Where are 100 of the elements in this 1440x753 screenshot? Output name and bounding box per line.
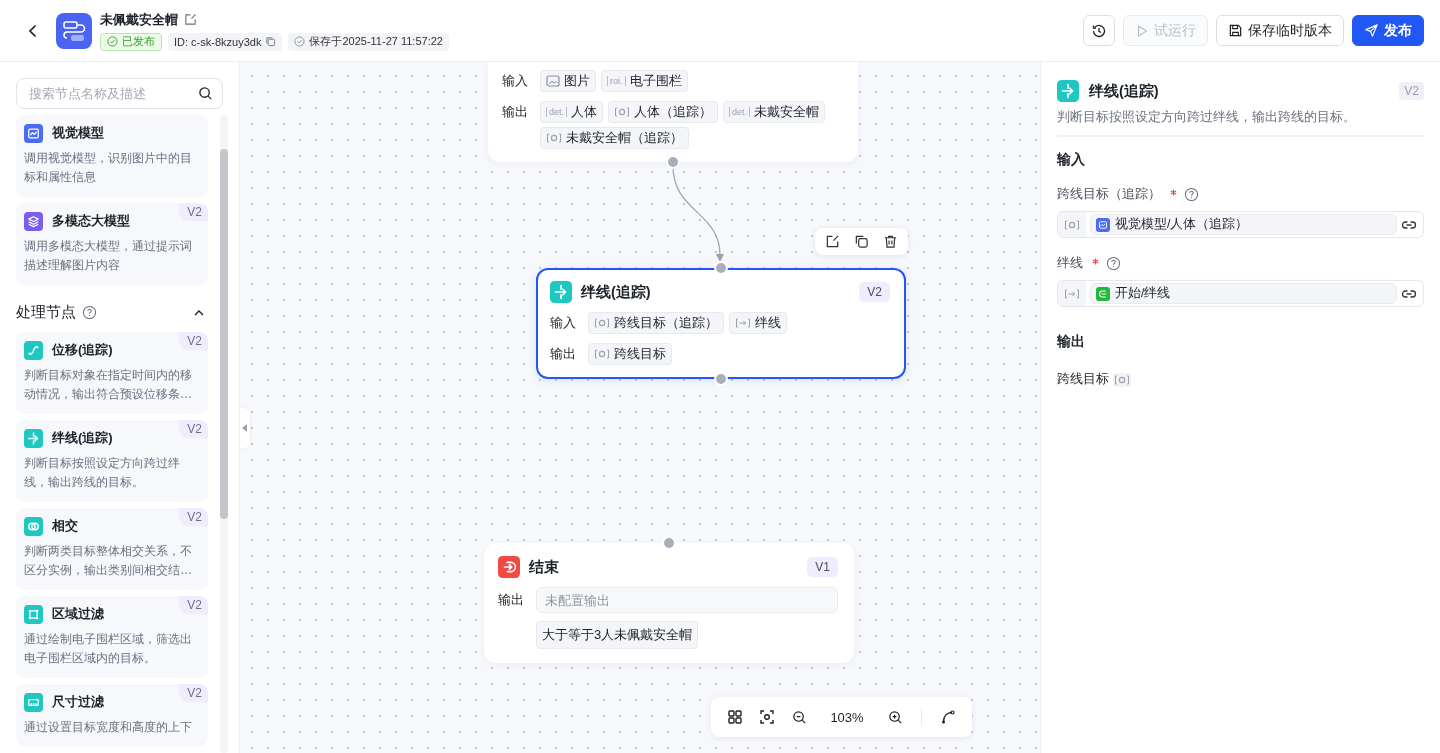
- end-node[interactable]: 结束 V1 输出 未配置输出 大于等于3人未佩戴安全帽: [484, 543, 854, 663]
- image-icon: [546, 75, 560, 87]
- delete-icon[interactable]: [883, 234, 898, 249]
- scrollbar[interactable]: [220, 115, 228, 753]
- search-field[interactable]: 搜索节点名称及描述: [16, 78, 223, 109]
- output-name: 跨线目标: [1057, 371, 1109, 388]
- port-handle[interactable]: [666, 155, 680, 169]
- version-badge: V2: [859, 282, 890, 302]
- value-label: 开始/绊线: [1115, 285, 1171, 302]
- node-description: 调用多模态大模型，通过提示词描述理解图片内容: [24, 238, 193, 274]
- node-description: 调用视觉模型，识别图片中的目标和属性信息: [24, 150, 193, 186]
- row-label: 输出: [502, 103, 529, 121]
- type-tag: det.: [729, 107, 751, 117]
- row-label: 输入: [502, 72, 529, 90]
- section-heading: 输入: [1057, 151, 1086, 169]
- square-nodes-icon: [24, 604, 43, 624]
- workflow-title: 未佩戴安全帽: [100, 10, 178, 29]
- help-icon[interactable]: [1184, 187, 1199, 202]
- node-description: 判断两类目标整体相交关系，不区分实例，输出类别间相交结…: [24, 543, 193, 579]
- version-badge: V1: [807, 557, 838, 577]
- version-badge: V2: [179, 596, 208, 614]
- panel-title: 绊线(追踪): [1089, 81, 1159, 101]
- value-label: 视觉模型/人体（追踪）: [1115, 216, 1249, 233]
- target-icon: [614, 106, 630, 118]
- row-label: 输出: [550, 345, 577, 363]
- port-handle[interactable]: [714, 372, 728, 386]
- save-button[interactable]: 保存临时版本: [1216, 15, 1344, 46]
- node-card[interactable]: V2 相交 判断两类目标整体相交关系，不区分实例，输出类别间相交结…: [16, 508, 208, 590]
- source-node[interactable]: 输入 图片 roi. 电子围栏 输出 det. 人体 人体（追踪） det. 未戴安全帽 未戴安全帽（追踪）: [488, 62, 858, 162]
- squiggle-icon: [24, 340, 43, 360]
- node-title: 相交: [52, 517, 78, 535]
- check-circle-icon: [107, 36, 118, 47]
- bracket-icon: [1096, 286, 1110, 301]
- port-label: 人体: [571, 103, 597, 121]
- help-icon[interactable]: [82, 305, 97, 320]
- line-arrow-icon: [735, 317, 751, 329]
- line-arrow-icon: [1064, 287, 1080, 300]
- port-label: 人体（追踪）: [634, 103, 712, 121]
- reference-field[interactable]: 视觉模型/人体（追踪）: [1057, 211, 1424, 238]
- version-badge: V2: [179, 420, 208, 438]
- type-tag: det.: [546, 107, 567, 117]
- saved-time: 保存于2025-11-27 11:57:22: [309, 34, 443, 49]
- port-handle[interactable]: [662, 536, 676, 550]
- node-title: 区域过滤: [52, 605, 104, 623]
- type-tag: roi.: [607, 76, 626, 86]
- save-icon: [1228, 23, 1243, 38]
- target-icon: [546, 132, 562, 144]
- port-label: 未戴安全帽（追踪）: [566, 129, 683, 147]
- node-description: 判断目标对象在指定时间内的移动情况，输出符合预设位移条…: [24, 367, 193, 403]
- node-title: 位移(追踪): [52, 341, 113, 359]
- section-heading: 输出: [1057, 333, 1086, 351]
- node-card[interactable]: V2 区域过滤 通过绘制电子围栏区域，筛选出电子围栏区域内的目标。: [16, 596, 208, 678]
- node-description: 判断目标按照设定方向跨过绊线，输出跨线的目标。: [24, 455, 181, 491]
- target-icon: [594, 348, 610, 360]
- value-chip: 大于等于3人未佩戴安全帽: [536, 621, 699, 649]
- app-icon: [56, 12, 92, 49]
- copy-icon[interactable]: [854, 234, 869, 249]
- tripwire-node[interactable]: 绊线(追踪) V2 输入 跨线目标（追踪） 绊线 输出 跨线目标: [536, 268, 906, 379]
- node-card[interactable]: 视觉模型 调用视觉模型，识别图片中的目标和属性信息: [16, 115, 208, 197]
- edit-icon[interactable]: [825, 234, 840, 249]
- panel-description: 判断目标按照设定方向跨过绊线，输出跨线的目标。: [1057, 109, 1424, 137]
- version-badge: V2: [179, 684, 208, 702]
- node-title: 结束: [529, 557, 559, 577]
- node-card[interactable]: V2 位移(追踪) 判断目标对象在指定时间内的移动情况，输出符合预设位移条…: [16, 332, 208, 414]
- version-badge: V2: [179, 508, 208, 526]
- rings-icon: [24, 516, 43, 536]
- help-icon[interactable]: [1106, 256, 1121, 271]
- row-label: 输出: [498, 591, 525, 609]
- node-card[interactable]: V2 多模态大模型 调用多模态大模型，通过提示词描述理解图片内容: [16, 203, 208, 285]
- section-title: 处理节点: [16, 303, 76, 322]
- node-title: 绊线(追踪): [52, 429, 113, 447]
- ruler-icon: [24, 692, 43, 712]
- port-label: 未戴安全帽: [754, 103, 820, 121]
- history-button[interactable]: [1083, 15, 1115, 46]
- output-field[interactable]: 未配置输出: [536, 587, 838, 613]
- target-icon: [1114, 373, 1130, 386]
- history-icon: [1091, 22, 1107, 39]
- field-label: 绊线: [1057, 255, 1083, 272]
- layers-icon: [24, 211, 43, 231]
- port-label: 跨线目标: [614, 345, 666, 363]
- exit-icon: [498, 556, 520, 578]
- play-icon: [1135, 23, 1149, 38]
- port-label: 跨线目标（追踪）: [614, 314, 718, 332]
- id-label: ID: c-sk-8kzuy3dk: [174, 35, 262, 48]
- status-label: 已发布: [122, 34, 155, 49]
- node-card[interactable]: V2 尺寸过滤 通过设置目标宽度和高度的上下: [16, 684, 208, 747]
- node-title: 视觉模型: [52, 124, 104, 142]
- search-icon[interactable]: [198, 86, 213, 101]
- version-badge: V2: [179, 332, 208, 350]
- field-label: 跨线目标（追踪）: [1057, 186, 1161, 203]
- collapse-handle[interactable]: [240, 408, 250, 448]
- publish-button[interactable]: 发布: [1352, 15, 1424, 46]
- port-handle[interactable]: [714, 261, 728, 275]
- port-label: 绊线: [755, 314, 781, 332]
- node-title: 多模态大模型: [52, 212, 130, 230]
- node-card[interactable]: V2 绊线(追踪) 判断目标按照设定方向跨过绊线，输出跨线的目标。: [16, 420, 208, 502]
- check-circle-icon: [294, 36, 306, 47]
- reference-field[interactable]: 开始/绊线: [1057, 280, 1424, 307]
- target-icon: [594, 317, 610, 329]
- node-description: 通过设置目标宽度和高度的上下: [24, 719, 193, 736]
